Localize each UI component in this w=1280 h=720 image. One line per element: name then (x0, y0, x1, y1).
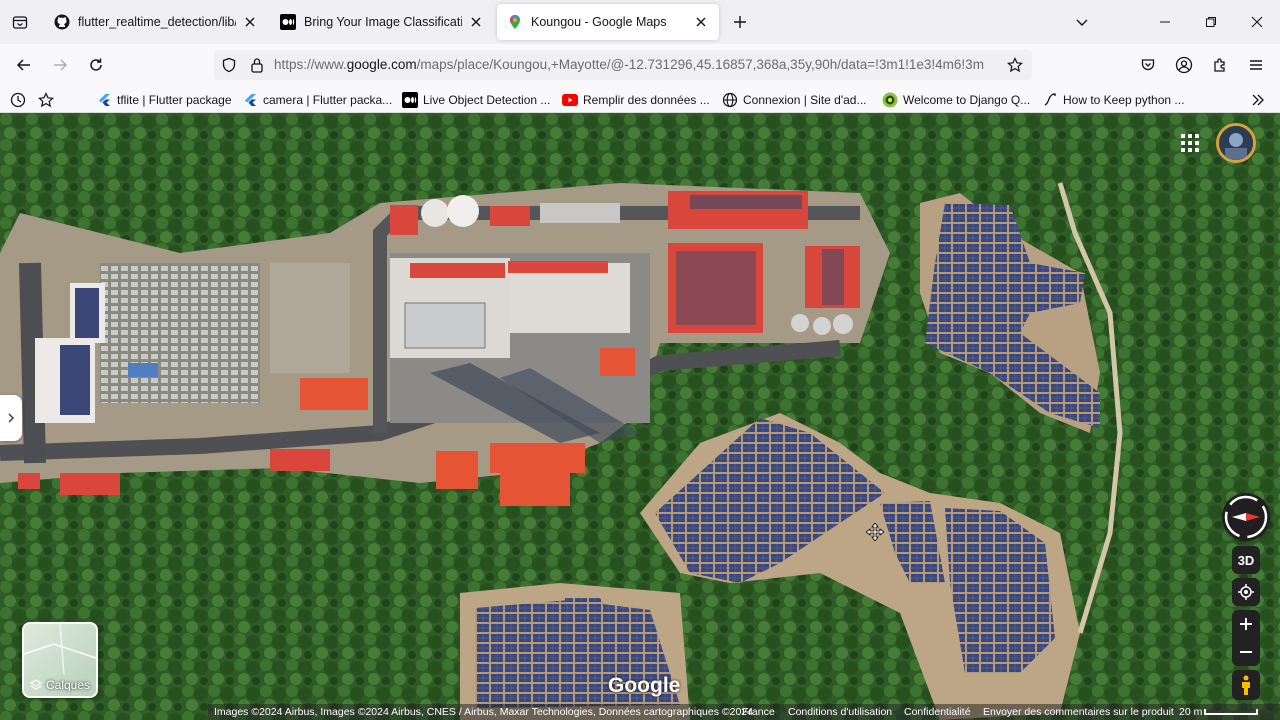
navigation-bar: https://www.google.com/maps/place/Koungo… (0, 44, 1280, 86)
pocket-icon[interactable] (1135, 52, 1161, 78)
privacy-link[interactable]: Confidentialité (904, 706, 971, 718)
google-maps-icon (507, 14, 523, 30)
zoom-in-icon[interactable] (1240, 610, 1252, 638)
scale-label[interactable]: 20 m (1179, 706, 1202, 718)
google-logo: Google (608, 674, 681, 697)
tilt-label: 3D (1237, 552, 1255, 568)
url-prefix: https://www. (274, 57, 347, 72)
move-cursor-icon (865, 522, 885, 542)
close-tab-icon[interactable] (468, 14, 484, 30)
youtube-icon (562, 92, 578, 108)
zoom-controls (1232, 610, 1260, 666)
tab-github[interactable]: flutter_realtime_detection/lib/m (44, 4, 268, 40)
bookmark-django[interactable]: Welcome to Django Q... (882, 90, 1030, 110)
tab-title: Bring Your Image Classification (304, 15, 462, 29)
tab-title: Koungou - Google Maps (531, 15, 667, 29)
google-apps-icon[interactable] (1180, 133, 1200, 153)
bookmarks-star-icon[interactable] (38, 90, 54, 110)
region-link[interactable]: France (742, 706, 775, 718)
url-domain: google.com (346, 57, 417, 72)
flutter-icon (96, 92, 112, 108)
layers-button[interactable]: Calques (22, 622, 98, 698)
imagery-credit: Images ©2024 Airbus, Images ©2024 Airbus… (214, 706, 753, 718)
satellite-imagery (0, 113, 1280, 720)
scale-bar (1204, 709, 1258, 715)
bookmark-live-object[interactable]: Live Object Detection ... (402, 90, 550, 110)
menu-icon[interactable] (1243, 52, 1269, 78)
tab-medium[interactable]: Bring Your Image Classification (270, 4, 494, 40)
url-path: /maps/place/Koungou,+Mayotte/@-12.731296… (416, 57, 984, 72)
extensions-icon[interactable] (1207, 52, 1233, 78)
feedback-link[interactable]: Envoyer des commentaires sur le produit (983, 706, 1174, 718)
bookmark-remplir[interactable]: Remplir des données ... (562, 90, 710, 110)
bookmark-camera[interactable]: camera | Flutter packa... (242, 90, 392, 110)
forward-arrow-icon[interactable] (47, 52, 73, 78)
globe-icon (722, 92, 738, 108)
address-bar[interactable]: https://www.google.com/maps/place/Koungo… (214, 50, 1032, 80)
compass-icon[interactable] (1222, 493, 1270, 541)
tilt-3d-button[interactable]: 3D (1232, 546, 1260, 574)
medium-icon (402, 92, 418, 108)
attribution-bar: Images ©2024 Airbus, Images ©2024 Airbus… (0, 704, 1280, 720)
my-location-icon[interactable] (1232, 578, 1260, 606)
tab-google-maps[interactable]: Koungou - Google Maps (497, 4, 719, 40)
tab-title: flutter_realtime_detection/lib/m (78, 15, 236, 29)
shield-icon[interactable] (220, 56, 238, 74)
account-icon[interactable] (1171, 52, 1197, 78)
map-canvas[interactable]: Calques 3D Google Images ©2024 Airbus, I… (0, 113, 1280, 720)
bookmarks-toolbar: tflite | Flutter package camera | Flutte… (0, 86, 1280, 113)
tab-strip: flutter_realtime_detection/lib/m Bring Y… (0, 0, 1280, 44)
side-panel-toggle[interactable] (0, 395, 22, 441)
back-arrow-icon[interactable] (11, 52, 37, 78)
star-bookmark-icon[interactable] (1006, 56, 1024, 74)
close-tab-icon[interactable] (693, 14, 709, 30)
reload-icon[interactable] (83, 52, 109, 78)
chevron-right-icon[interactable] (1250, 90, 1266, 110)
bookmark-label: tflite | Flutter package (117, 93, 232, 107)
lock-icon[interactable] (248, 56, 266, 74)
bookmark-label: Connexion | Site d'ad... (743, 93, 867, 107)
flutter-icon (242, 92, 258, 108)
medium-icon (280, 14, 296, 30)
new-tab-icon[interactable] (728, 10, 752, 34)
bookmark-connexion[interactable]: Connexion | Site d'ad... (722, 90, 867, 110)
bookmark-label: Welcome to Django Q... (903, 93, 1031, 107)
bookmark-tflite[interactable]: tflite | Flutter package (96, 90, 232, 110)
bookmark-label: How to Keep python ... (1063, 93, 1185, 107)
bookmark-label: camera | Flutter packa... (263, 93, 393, 107)
zoom-out-icon[interactable] (1240, 638, 1252, 666)
terms-link[interactable]: Conditions d'utilisation (788, 706, 892, 718)
close-window-icon[interactable] (1242, 8, 1272, 36)
pegman-icon[interactable] (1232, 670, 1260, 700)
bookmark-label: Remplir des données ... (583, 93, 710, 107)
chevron-down-icon[interactable] (1070, 10, 1094, 34)
minimize-icon[interactable] (1150, 8, 1180, 36)
github-icon (54, 14, 70, 30)
bookmark-python[interactable]: How to Keep python ... (1042, 90, 1184, 110)
python-icon (1042, 92, 1058, 108)
close-tab-icon[interactable] (242, 14, 258, 30)
tab-list-icon[interactable] (8, 10, 32, 34)
restore-icon[interactable] (1196, 8, 1226, 36)
layers-label-row: Calques (24, 678, 96, 692)
layers-icon (29, 679, 42, 691)
layers-label: Calques (45, 678, 91, 692)
url-text[interactable]: https://www.google.com/maps/place/Koungo… (274, 57, 996, 72)
avatar[interactable] (1216, 123, 1256, 163)
bookmark-label: Live Object Detection ... (423, 93, 551, 107)
django-icon (882, 92, 898, 108)
history-icon[interactable] (10, 90, 26, 110)
